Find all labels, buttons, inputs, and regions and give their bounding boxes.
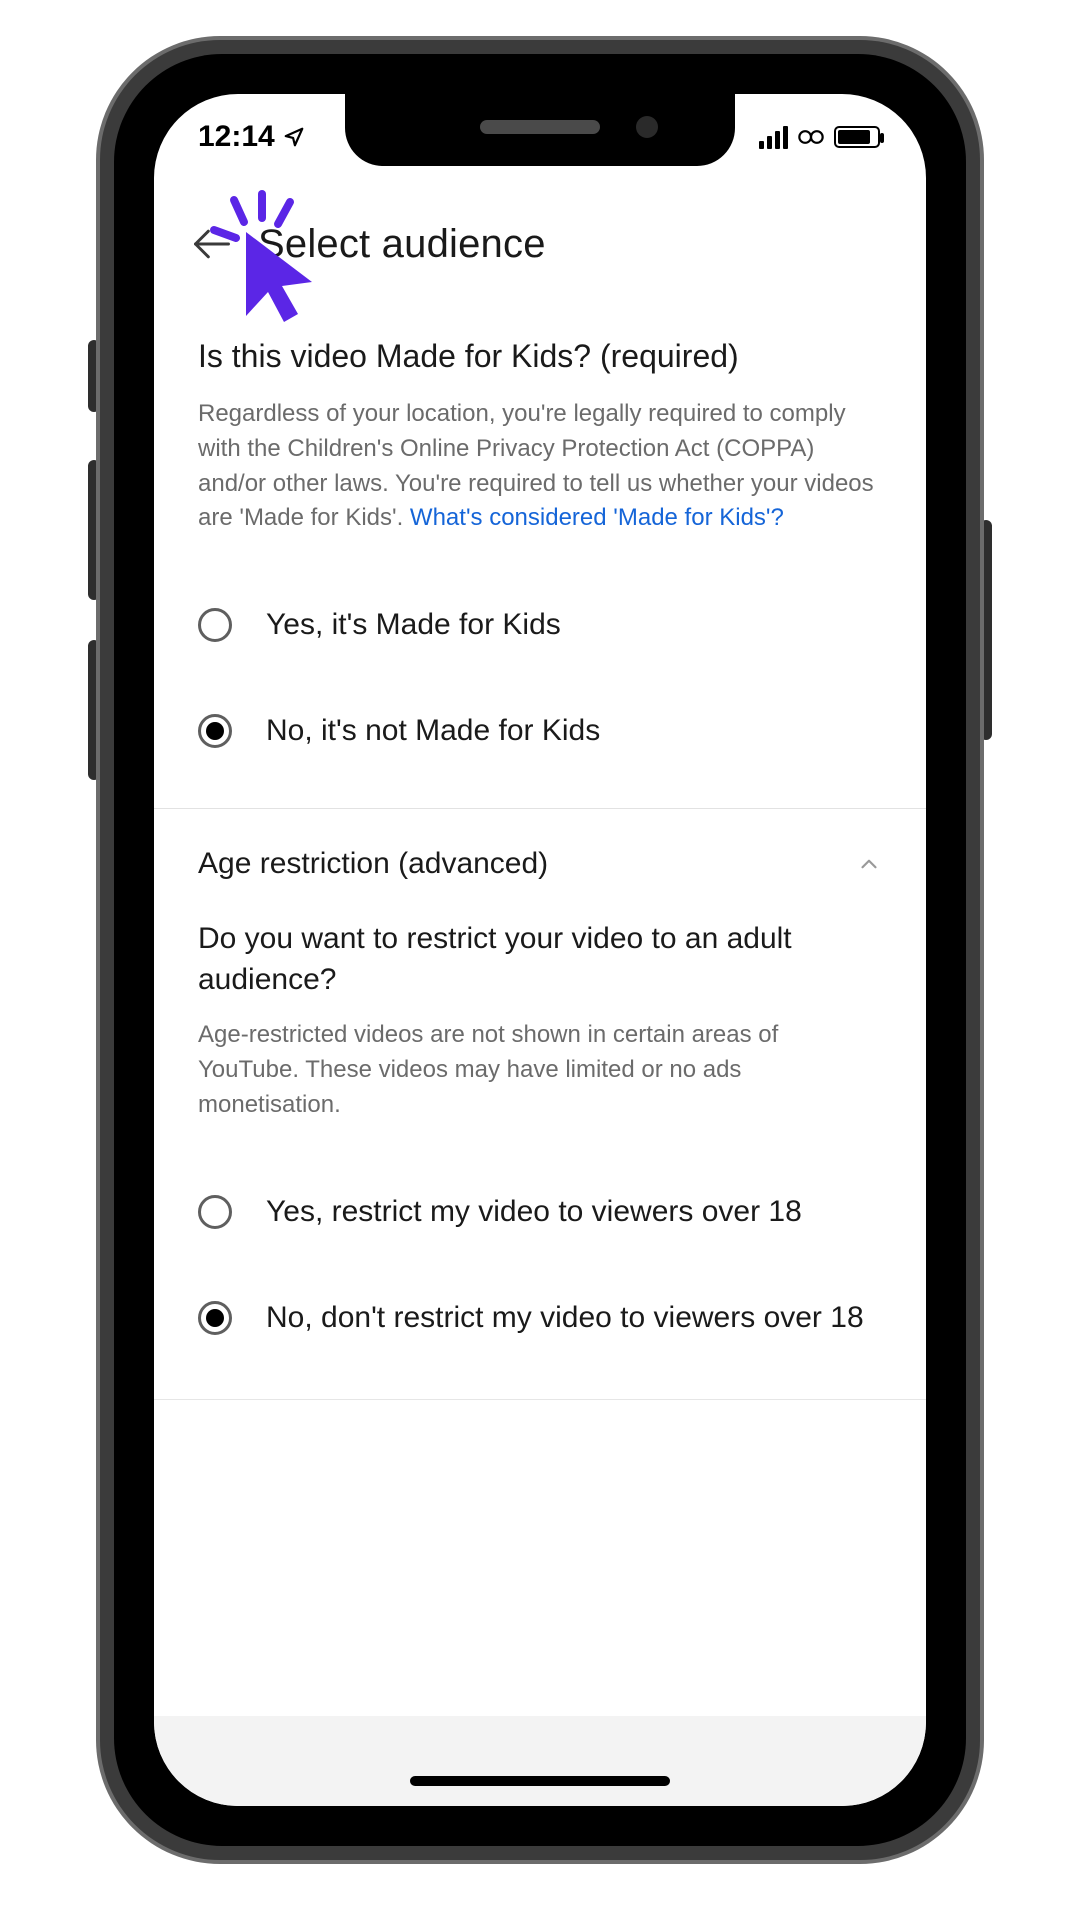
phone-power-button xyxy=(980,520,992,740)
phone-bezel: 12:14 Select audience xyxy=(114,54,966,1846)
canvas: 12:14 Select audience xyxy=(0,0,1080,1920)
front-camera xyxy=(636,116,658,138)
option-yes-made-for-kids[interactable]: Yes, it's Made for Kids xyxy=(154,584,926,666)
phone-notch xyxy=(345,94,735,166)
age-restriction-description: Age-restricted videos are not shown in c… xyxy=(154,1018,926,1122)
app-header: Select audience xyxy=(154,194,926,294)
screen: 12:14 Select audience xyxy=(154,94,926,1806)
vpn-chain-icon xyxy=(796,128,826,146)
made-for-kids-link[interactable]: What's considered 'Made for Kids'? xyxy=(410,504,784,531)
radio-icon xyxy=(198,608,232,642)
phone-volume-down xyxy=(88,640,100,780)
status-right xyxy=(759,125,880,149)
phone-mute-switch xyxy=(88,340,100,412)
bottom-shade xyxy=(154,1716,926,1806)
option-label: No, don't restrict my video to viewers o… xyxy=(266,1301,864,1335)
radio-icon xyxy=(198,1301,232,1335)
phone-volume-up xyxy=(88,460,100,600)
option-label: Yes, it's Made for Kids xyxy=(266,608,561,642)
option-label: Yes, restrict my video to viewers over 1… xyxy=(266,1195,802,1229)
radio-icon xyxy=(198,1195,232,1229)
age-restriction-question: Do you want to restrict your video to an… xyxy=(198,919,882,1000)
divider xyxy=(154,808,926,809)
made-for-kids-question: Is this video Made for Kids? (required) xyxy=(198,338,882,375)
status-left: 12:14 xyxy=(198,120,305,154)
arrow-left-icon xyxy=(190,222,234,266)
battery-icon xyxy=(834,126,880,148)
location-icon xyxy=(283,126,305,148)
speaker-grille xyxy=(480,120,600,134)
age-restriction-title: Age restriction (advanced) xyxy=(198,847,548,881)
option-label: No, it's not Made for Kids xyxy=(266,714,600,748)
page-title: Select audience xyxy=(258,222,546,267)
age-restriction-options: Yes, restrict my video to viewers over 1… xyxy=(154,1171,926,1359)
made-for-kids-options: Yes, it's Made for Kids No, it's not Mad… xyxy=(154,584,926,772)
radio-icon xyxy=(198,714,232,748)
age-restriction-section: Age restriction (advanced) Do you want t… xyxy=(154,847,926,1399)
made-for-kids-description: Regardless of your location, you're lega… xyxy=(198,397,882,536)
age-restriction-header[interactable]: Age restriction (advanced) xyxy=(154,847,926,881)
chevron-up-icon xyxy=(856,851,882,877)
option-no-age-restrict[interactable]: No, don't restrict my video to viewers o… xyxy=(154,1277,926,1359)
back-button[interactable] xyxy=(184,216,240,272)
option-no-made-for-kids[interactable]: No, it's not Made for Kids xyxy=(154,690,926,772)
divider xyxy=(154,1399,926,1400)
phone-frame: 12:14 Select audience xyxy=(100,40,980,1860)
option-yes-age-restrict[interactable]: Yes, restrict my video to viewers over 1… xyxy=(154,1171,926,1253)
status-time: 12:14 xyxy=(198,120,275,154)
content: Is this video Made for Kids? (required) … xyxy=(154,338,926,1806)
signal-icon xyxy=(759,125,788,149)
home-indicator[interactable] xyxy=(410,1776,670,1786)
